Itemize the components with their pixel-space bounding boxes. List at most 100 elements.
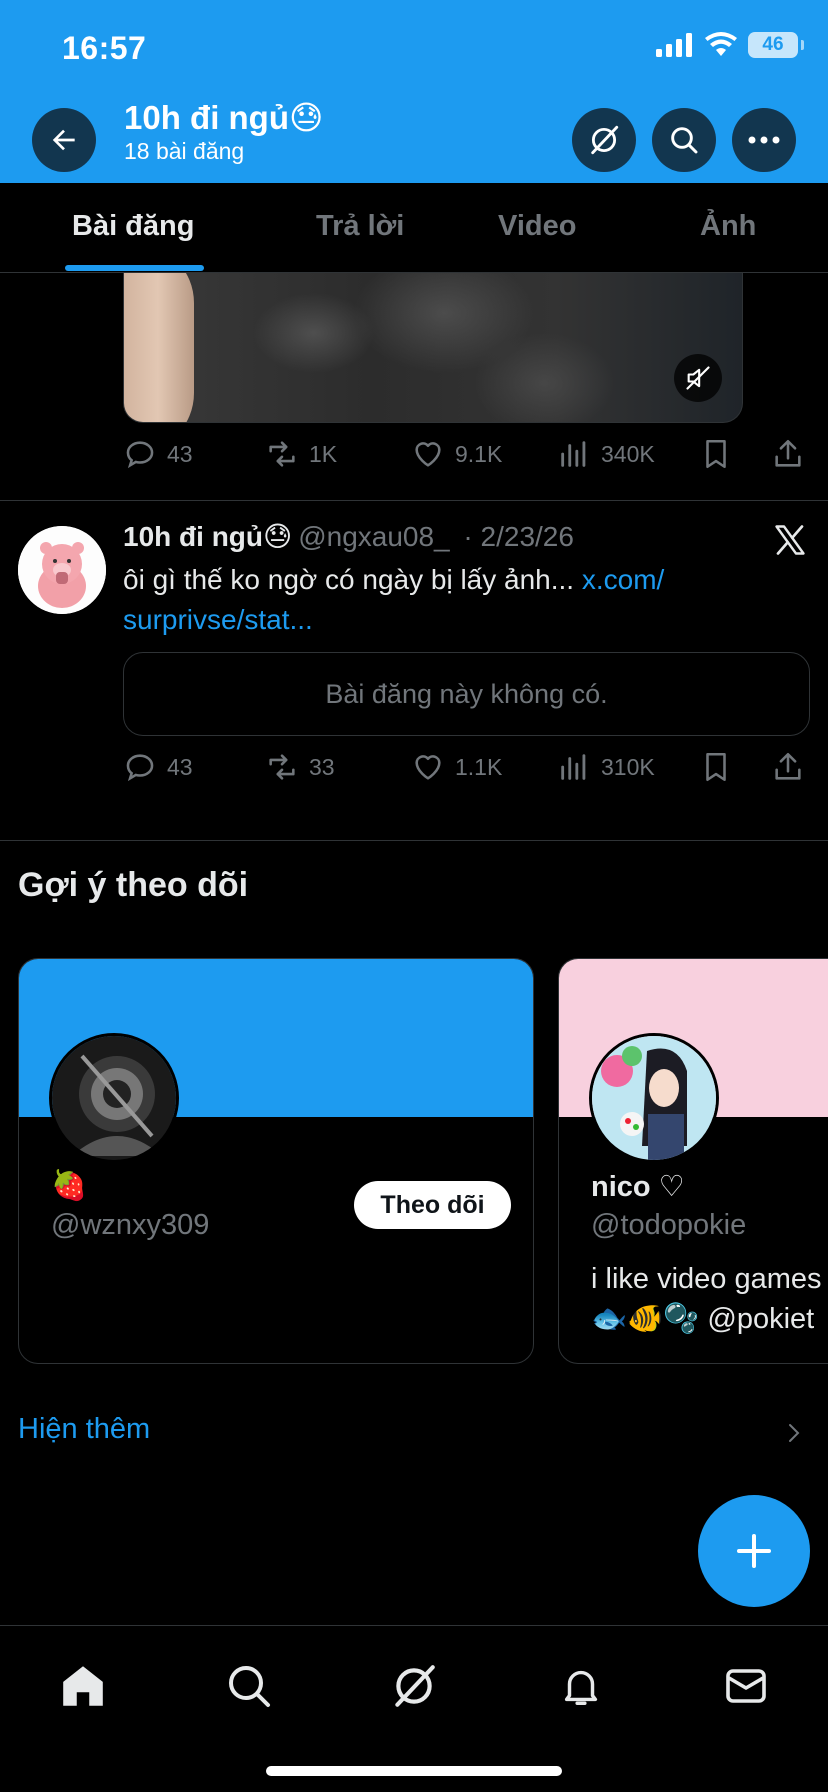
card-handle: @wznxy309 — [51, 1209, 210, 1241]
arrow-left-icon — [52, 129, 75, 151]
author-name[interactable]: 10h đi ngủ😓 — [123, 521, 292, 552]
post-text: ôi gì thế ko ngờ có ngày bị lấy ảnh... x… — [123, 560, 723, 640]
post-count: 18 bài đăng — [124, 138, 245, 164]
nav-home[interactable] — [53, 1656, 113, 1716]
compose-button[interactable] — [698, 1495, 810, 1607]
post-body: ôi gì thế ko ngờ có ngày bị lấy ảnh... — [123, 564, 575, 595]
bookmark-action[interactable] — [699, 750, 733, 784]
share-icon — [775, 752, 801, 780]
reply-action[interactable]: 43 — [123, 437, 193, 471]
avatar-image — [592, 1036, 716, 1160]
views-action[interactable]: 340K — [557, 437, 655, 471]
like-action[interactable]: 1.1K — [411, 750, 502, 784]
wifi-icon — [705, 32, 737, 56]
plus-icon — [737, 1534, 771, 1568]
suggestion-card[interactable]: nico ♡ @todopokie i like video games 🐟🐠🫧… — [558, 958, 828, 1364]
tab-posts[interactable]: Bài đăng — [72, 210, 194, 243]
avatar[interactable] — [18, 526, 106, 614]
grok-icon — [591, 125, 619, 155]
like-count: 1.1K — [455, 753, 503, 780]
active-tab-indicator — [65, 265, 204, 271]
search-button[interactable] — [652, 108, 716, 172]
like-action[interactable]: 9.1K — [411, 437, 502, 471]
card-display-name: 🍓 — [51, 1170, 88, 1202]
repost-icon — [269, 754, 295, 780]
repost-count: 33 — [309, 753, 335, 780]
share-action[interactable] — [771, 750, 805, 784]
card-bio: i like video games 🐟🐠🫧 @pokiet — [591, 1259, 822, 1339]
share-action[interactable] — [771, 437, 805, 471]
grok-button[interactable] — [572, 108, 636, 172]
avatar-image — [52, 1036, 176, 1160]
repost-count: 1K — [309, 440, 338, 467]
reply-action[interactable]: 43 — [123, 750, 193, 784]
x-logo-icon[interactable] — [772, 522, 808, 558]
reply-count: 43 — [167, 753, 193, 780]
show-more-link[interactable]: Hiện thêm — [18, 1413, 150, 1446]
status-icons: 46 — [656, 32, 804, 58]
profile-header: 16:57 46 10h đi ngủ😓 18 bài đăng — [0, 0, 828, 183]
mute-button[interactable] — [674, 354, 722, 402]
like-count: 9.1K — [455, 440, 503, 467]
home-icon — [63, 1666, 103, 1706]
heart-icon — [415, 442, 441, 467]
post-divider — [0, 500, 828, 501]
search-icon — [229, 1666, 270, 1707]
post-header: 10h đi ngủ😓 @ngxau08_ · 2/23/26 — [123, 520, 574, 553]
post-date: · 2/23/26 — [463, 521, 574, 552]
bell-icon — [564, 1670, 598, 1705]
back-button[interactable] — [32, 108, 96, 172]
post-video[interactable] — [123, 273, 743, 423]
views-chart-icon — [561, 754, 586, 780]
quoted-post-unavailable: Bài đăng này không có. — [123, 652, 810, 736]
repost-icon — [269, 441, 295, 467]
reply-count: 43 — [167, 440, 193, 467]
home-indicator[interactable] — [266, 1766, 562, 1776]
tab-replies[interactable]: Trả lời — [316, 210, 404, 243]
status-time: 16:57 — [62, 30, 147, 66]
mail-icon — [726, 1669, 766, 1703]
card-avatar[interactable] — [589, 1033, 719, 1163]
video-frame-detail — [124, 273, 194, 422]
author-handle[interactable]: @ngxau08_ — [298, 521, 449, 552]
repost-action[interactable]: 33 — [265, 750, 335, 784]
battery-indicator: 46 — [748, 32, 804, 58]
who-to-follow-heading: Gợi ý theo dõi — [18, 866, 249, 904]
follow-button[interactable]: Theo dõi — [354, 1181, 511, 1229]
nav-notifications[interactable] — [551, 1656, 611, 1716]
bookmark-icon — [706, 439, 726, 469]
profile-tabs: Bài đăng Trả lời Video Ảnh — [0, 183, 828, 273]
bear-avatar-image — [18, 526, 106, 614]
profile-name: 10h đi ngủ😓 — [124, 99, 324, 136]
heart-icon — [415, 755, 441, 780]
section-divider — [0, 840, 828, 841]
nav-search[interactable] — [219, 1656, 279, 1716]
views-count: 340K — [601, 440, 655, 467]
grok-icon — [395, 1665, 435, 1707]
reply-icon — [126, 441, 154, 469]
views-action[interactable]: 310K — [557, 750, 655, 784]
nav-messages[interactable] — [716, 1656, 776, 1716]
post-link[interactable]: x.com/ — [582, 564, 664, 595]
tab-photos[interactable]: Ảnh — [700, 210, 756, 243]
share-icon — [775, 439, 801, 467]
repost-action[interactable]: 1K — [265, 437, 337, 471]
views-count: 310K — [601, 753, 655, 780]
post-link-continued[interactable]: surprivse/stat... — [123, 604, 313, 635]
reply-icon — [126, 754, 154, 782]
muted-speaker-icon — [686, 366, 710, 390]
bookmark-action[interactable] — [699, 437, 733, 471]
chevron-right-icon[interactable] — [784, 1420, 804, 1446]
bookmark-icon — [706, 752, 726, 782]
card-display-name: nico ♡ — [591, 1171, 685, 1203]
card-bio-line: 🐟🐠🫧 @pokiet — [591, 1303, 815, 1335]
tab-video[interactable]: Video — [498, 210, 576, 243]
card-handle: @todopokie — [591, 1209, 747, 1241]
cellular-signal-icon — [656, 33, 692, 57]
search-icon — [671, 127, 698, 154]
more-button[interactable] — [732, 108, 796, 172]
more-dots-icon — [748, 136, 780, 144]
card-avatar[interactable] — [49, 1033, 179, 1163]
nav-grok[interactable] — [384, 1656, 444, 1716]
suggestion-card[interactable]: 🍓 @wznxy309 Theo dõi — [18, 958, 534, 1364]
